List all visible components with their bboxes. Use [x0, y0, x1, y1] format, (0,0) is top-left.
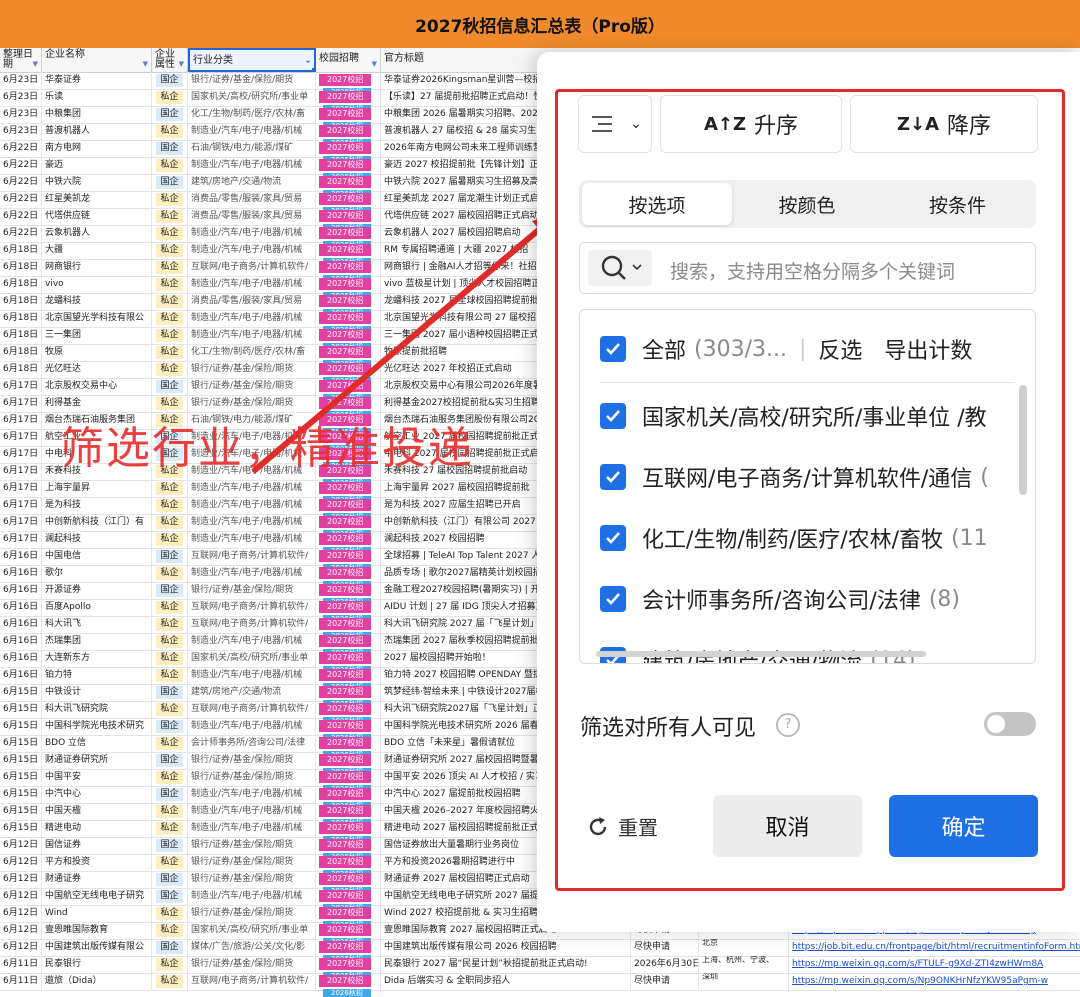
- checkbox-checked-icon[interactable]: [600, 403, 626, 429]
- option-label: 会计师事务所/咨询公司/法律: [642, 589, 921, 614]
- checkbox-checked-icon[interactable]: [600, 586, 626, 612]
- option-count: (8): [928, 586, 960, 612]
- cancel-button[interactable]: 取消: [713, 795, 862, 857]
- option-label: 国家机关/高校/研究所/事业单位 /教: [642, 406, 987, 431]
- divider: [600, 382, 1015, 383]
- filter-option-item[interactable]: 互联网/电子商务/计算机软件/通信 (: [600, 457, 989, 497]
- list-options-icon: [592, 116, 613, 132]
- list-horizontal-scrollbar[interactable]: [596, 651, 926, 657]
- tab-by-color[interactable]: 按颜色: [732, 183, 882, 225]
- filter-search-input[interactable]: 搜索，支持用空格分隔多个关键词: [579, 242, 1036, 294]
- filter-option-item[interactable]: 国家机关/高校/研究所/事业单位 /教: [600, 396, 995, 436]
- tab-by-option[interactable]: 按选项: [582, 183, 732, 225]
- help-icon[interactable]: ?: [776, 713, 800, 737]
- toggle-knob: [987, 715, 1005, 733]
- filter-option-item[interactable]: 会计师事务所/咨询公司/法律 (8): [600, 579, 960, 619]
- sort-toolbar: ⌄ A↑Z 升序 Z↓A 降序: [578, 95, 1038, 153]
- share-filter-toggle[interactable]: [984, 712, 1036, 736]
- search-icon: [601, 255, 642, 280]
- sort-asc-icon: A↑Z: [703, 113, 747, 135]
- filter-option-item[interactable]: 化工/生物/制药/医疗/农林/畜牧 (11: [600, 518, 988, 558]
- invert-selection-link[interactable]: 反选: [818, 333, 862, 365]
- filter-mode-tabs: 按选项 按颜色 按条件: [579, 180, 1036, 228]
- search-placeholder: 搜索，支持用空格分隔多个关键词: [670, 261, 956, 283]
- chevron-down-icon: ⌄: [630, 116, 642, 132]
- confirm-button[interactable]: 确定: [889, 795, 1038, 857]
- export-count-link[interactable]: 导出计数: [884, 333, 972, 365]
- search-mode-dropdown[interactable]: [588, 250, 652, 286]
- checkbox-checked-icon[interactable]: [600, 336, 626, 362]
- checkbox-checked-icon[interactable]: [600, 525, 626, 551]
- option-label: 化工/生物/制药/医疗/农林/畜牧: [642, 528, 944, 553]
- sort-ascending-button[interactable]: A↑Z 升序: [660, 95, 842, 153]
- tab-by-condition[interactable]: 按条件: [882, 183, 1033, 225]
- checkbox-checked-icon[interactable]: [600, 464, 626, 490]
- list-vertical-scrollbar[interactable]: [1019, 385, 1027, 495]
- reset-button[interactable]: 重置: [586, 812, 658, 841]
- sort-desc-icon: Z↓A: [896, 113, 940, 135]
- share-filter-label: 筛选对所有人可见: [580, 716, 757, 741]
- option-count: (11: [951, 525, 988, 551]
- option-count: (: [980, 464, 989, 490]
- reset-icon: [589, 816, 607, 835]
- option-all[interactable]: 全部 (303/3... | 反选 导出计数: [600, 329, 1020, 369]
- sort-descending-button[interactable]: Z↓A 降序: [850, 95, 1038, 153]
- filter-option-list: 全部 (303/3... | 反选 导出计数 国家机关/高校/研究所/事业单位 …: [579, 309, 1036, 664]
- annotation-text: 筛选行业，精准投递: [60, 423, 474, 474]
- option-label: 互联网/电子商务/计算机软件/通信: [642, 467, 973, 492]
- sort-options-button[interactable]: ⌄: [578, 95, 652, 153]
- campus-tag-secondary: 2026秋招: [323, 989, 371, 997]
